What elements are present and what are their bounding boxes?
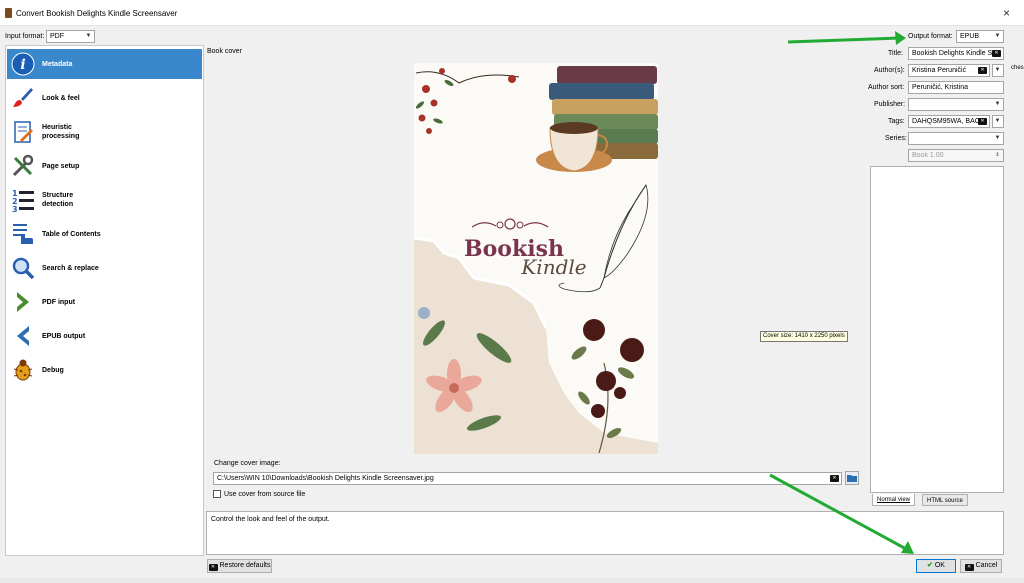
arrow-to-ok — [769, 473, 909, 552]
convert-dialog: Convert Bookish Delights Kindle Screensa… — [0, 0, 1024, 583]
arrow-to-output-format — [787, 36, 901, 44]
arrowhead-output-format — [895, 31, 906, 45]
annotation-arrows — [769, 31, 914, 554]
